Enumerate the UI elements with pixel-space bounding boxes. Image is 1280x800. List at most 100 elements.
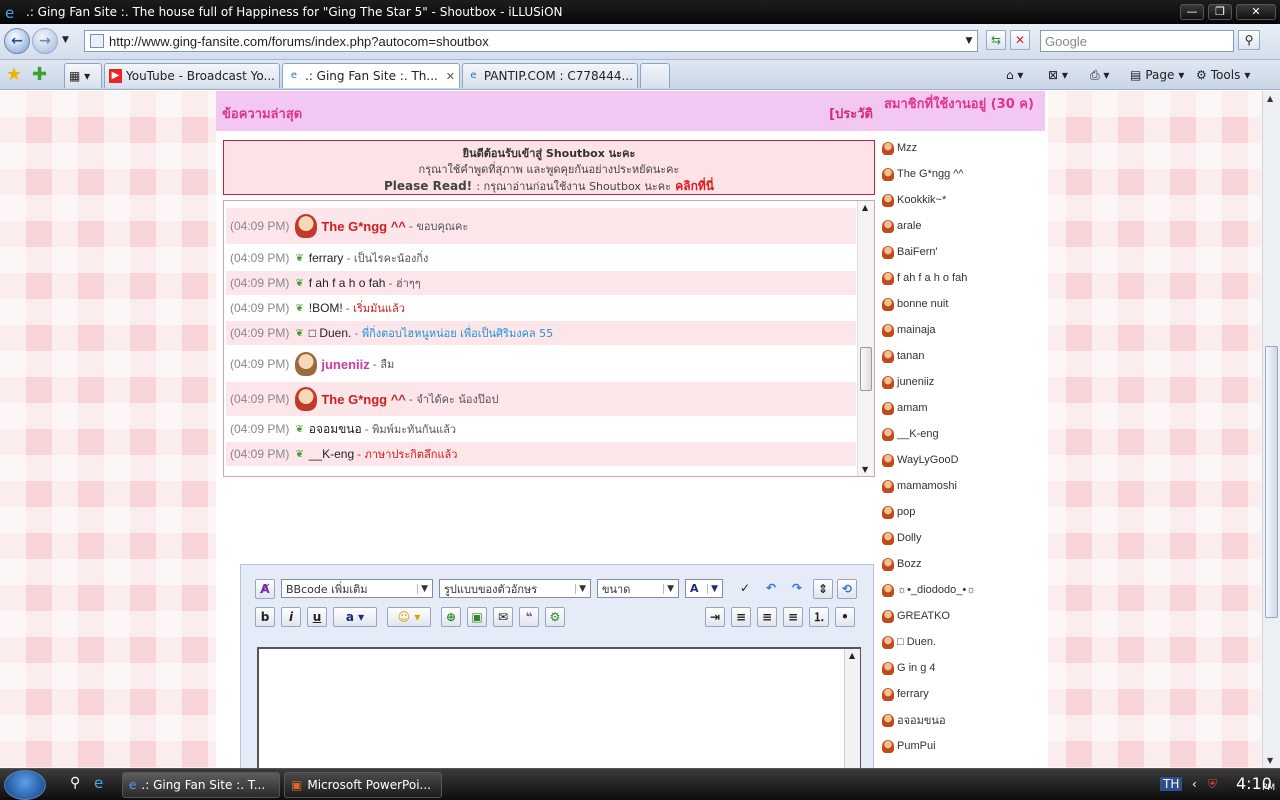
- undo-icon[interactable]: ↶: [761, 579, 781, 599]
- size-select[interactable]: ขนาด ▼: [597, 579, 679, 598]
- forward-button[interactable]: →: [32, 28, 58, 54]
- feeds-button[interactable]: ⊠ ▾: [1048, 65, 1068, 85]
- member-item[interactable]: PumPui: [882, 733, 1042, 759]
- member-name[interactable]: □ Duen.: [897, 636, 936, 648]
- quick-tabs-button[interactable]: ▦ ▾: [64, 63, 102, 88]
- recent-pages-dropdown-icon[interactable]: ▼: [62, 35, 69, 45]
- member-item[interactable]: pop: [882, 499, 1042, 525]
- member-name[interactable]: mainaja: [897, 324, 936, 336]
- member-item[interactable]: The G*ngg ^^: [882, 161, 1042, 187]
- language-indicator[interactable]: TH: [1160, 777, 1183, 791]
- member-name[interactable]: WayLyGooD: [897, 454, 959, 466]
- member-name[interactable]: PumPui: [897, 740, 936, 752]
- member-name[interactable]: juneniiz: [897, 376, 934, 388]
- security-shield-icon[interactable]: ⛨: [1208, 777, 1217, 792]
- member-item[interactable]: Kookkik~*: [882, 187, 1042, 213]
- member-item[interactable]: mamamoshi: [882, 473, 1042, 499]
- insert-quote-icon[interactable]: ❝: [519, 607, 539, 627]
- search-input[interactable]: Google: [1040, 30, 1234, 52]
- page-menu-button[interactable]: ▤ Page ▾: [1130, 65, 1184, 85]
- message-author[interactable]: !BOM!: [309, 301, 343, 315]
- message-author[interactable]: The G*ngg ^^: [321, 392, 406, 407]
- member-item[interactable]: mainaja: [882, 317, 1042, 343]
- member-name[interactable]: bonne nuit: [897, 298, 948, 310]
- member-item[interactable]: f ah f a h o fah: [882, 265, 1042, 291]
- member-name[interactable]: tanan: [897, 350, 925, 362]
- message-author[interactable]: ferrary: [309, 251, 344, 265]
- member-name[interactable]: f ah f a h o fah: [897, 272, 967, 284]
- address-bar[interactable]: http://www.ging-fansite.com/forums/index…: [84, 30, 978, 52]
- emoticon-dropdown[interactable]: ☺ ▾: [387, 607, 431, 627]
- switch-editor-icon[interactable]: ⟲: [837, 579, 857, 599]
- message-author[interactable]: □ Duen.: [309, 326, 352, 340]
- notice-click-here-link[interactable]: คลิกที่นี่: [675, 179, 714, 193]
- redo-icon[interactable]: ↷: [787, 579, 807, 599]
- member-item[interactable]: อจอมขนอ: [882, 707, 1042, 733]
- member-item[interactable]: tanan: [882, 343, 1042, 369]
- taskbar-item-powerpoint[interactable]: ▣ Microsoft PowerPoi...: [284, 772, 442, 798]
- insert-email-icon[interactable]: ✉: [493, 607, 513, 627]
- align-left-icon[interactable]: ≡: [731, 607, 751, 627]
- remove-format-icon[interactable]: A̸: [255, 579, 275, 599]
- taskbar-item-ie[interactable]: e .: Ging Fan Site :. T...: [122, 772, 280, 798]
- refresh-button[interactable]: ⇆: [986, 30, 1006, 50]
- message-author[interactable]: __K-eng: [309, 447, 354, 461]
- member-item[interactable]: GREATKO: [882, 603, 1042, 629]
- underline-button[interactable]: u: [307, 607, 327, 627]
- member-name[interactable]: GREATKO: [897, 610, 950, 622]
- member-name[interactable]: amam: [897, 402, 928, 414]
- back-button[interactable]: ←: [4, 28, 30, 54]
- home-button[interactable]: ⌂ ▾: [1006, 65, 1023, 85]
- italic-button[interactable]: i: [281, 607, 301, 627]
- tray-expand-icon[interactable]: ‹: [1192, 777, 1197, 791]
- shoutbox-messages[interactable]: (04:09 PM) The G*ngg ^^ - ขอบคุณคะ (04:0…: [223, 200, 875, 477]
- minimize-button[interactable]: —: [1180, 4, 1204, 20]
- member-item[interactable]: BaiFern': [882, 239, 1042, 265]
- numbered-list-icon[interactable]: ⒈: [809, 607, 829, 627]
- scroll-down-icon[interactable]: ▼: [1267, 756, 1273, 765]
- member-item[interactable]: ferrary: [882, 681, 1042, 707]
- member-item[interactable]: □ Duen.: [882, 629, 1042, 655]
- close-window-button[interactable]: ✕: [1236, 4, 1276, 20]
- member-item[interactable]: arale: [882, 213, 1042, 239]
- member-item[interactable]: Bozz: [882, 551, 1042, 577]
- member-item[interactable]: ☼•_diododo_•☼: [882, 577, 1042, 603]
- scroll-up-icon[interactable]: ▲: [849, 651, 855, 660]
- member-name[interactable]: mamamoshi: [897, 480, 957, 492]
- spellcheck-icon[interactable]: ✓: [735, 579, 755, 599]
- insert-link-icon[interactable]: ⊕: [441, 607, 461, 627]
- member-name[interactable]: Dolly: [897, 532, 921, 544]
- member-name[interactable]: ferrary: [897, 688, 929, 700]
- member-item[interactable]: juneniiz: [882, 369, 1042, 395]
- add-favorite-icon[interactable]: ✚: [32, 64, 47, 85]
- scrollbar-thumb[interactable]: [1265, 346, 1278, 618]
- member-name[interactable]: BaiFern': [897, 246, 938, 258]
- member-item[interactable]: amam: [882, 395, 1042, 421]
- maximize-button[interactable]: ❐: [1208, 4, 1232, 20]
- indent-icon[interactable]: ⇥: [705, 607, 725, 627]
- resize-icon[interactable]: ⇕: [813, 579, 833, 599]
- tab-ging-fan-site[interactable]: e .: Ging Fan Site :. Th... ✕: [282, 63, 460, 88]
- insert-image-icon[interactable]: ▣: [467, 607, 487, 627]
- member-name[interactable]: arale: [897, 220, 921, 232]
- scroll-down-icon[interactable]: ▼: [862, 465, 868, 474]
- scroll-up-icon[interactable]: ▲: [862, 203, 868, 212]
- address-url[interactable]: http://www.ging-fansite.com/forums/index…: [109, 34, 961, 49]
- favorites-star-icon[interactable]: ★: [6, 64, 22, 85]
- font-color-select[interactable]: A ▼: [685, 579, 723, 598]
- member-name[interactable]: อจอมขนอ: [897, 711, 946, 729]
- history-link[interactable]: [ประวัติ: [829, 103, 873, 124]
- shoutbox-scrollbar[interactable]: ▲ ▼: [857, 201, 874, 476]
- stop-button[interactable]: ✕: [1010, 30, 1030, 50]
- ie-quicklaunch-icon[interactable]: e: [94, 774, 103, 792]
- insert-code-icon[interactable]: ⚙: [545, 607, 565, 627]
- member-name[interactable]: The G*ngg ^^: [897, 168, 964, 180]
- textarea-scrollbar[interactable]: ▲: [844, 649, 860, 768]
- member-name[interactable]: pop: [897, 506, 915, 518]
- address-dropdown-icon[interactable]: ▼: [961, 36, 977, 46]
- quicklaunch-icon[interactable]: ⚲: [70, 775, 80, 791]
- message-author[interactable]: The G*ngg ^^: [321, 219, 406, 234]
- scrollbar-thumb[interactable]: [860, 347, 872, 391]
- message-author[interactable]: f ah f a h o fah: [309, 276, 386, 290]
- close-tab-icon[interactable]: ✕: [442, 70, 455, 83]
